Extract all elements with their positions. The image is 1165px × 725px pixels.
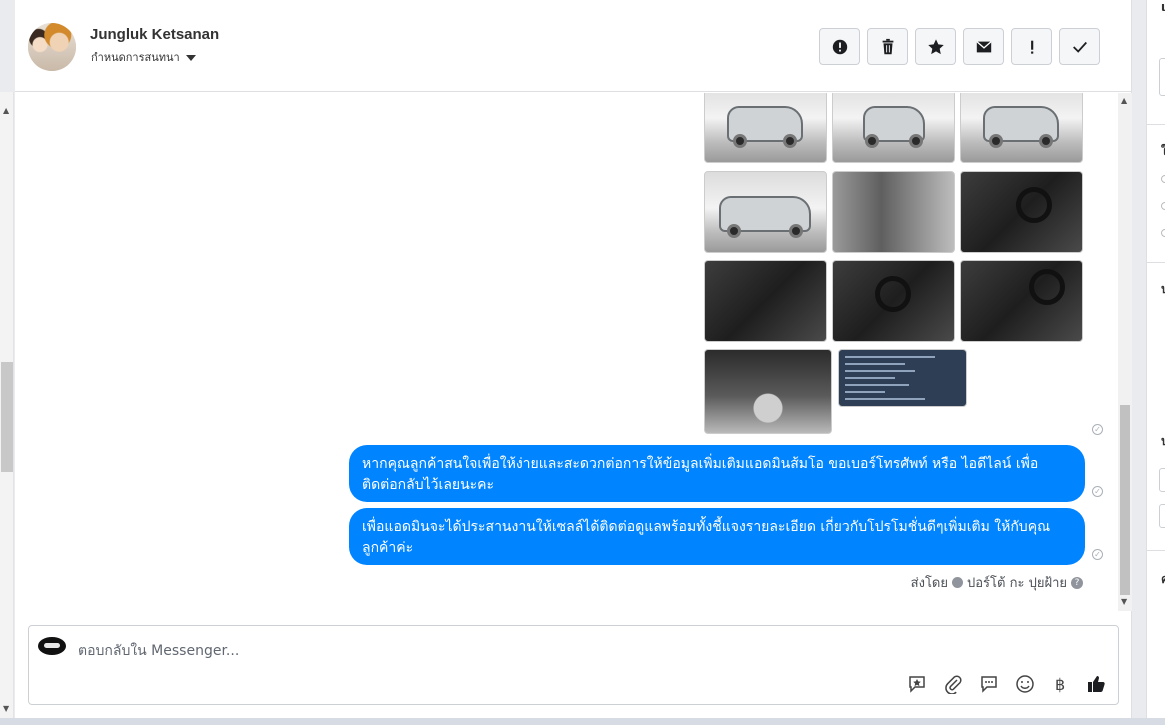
baht-payment-icon: ฿ <box>1055 675 1065 694</box>
saved-reply-icon <box>909 676 925 693</box>
message-bubble[interactable]: เพื่อแอดมินจะได้ประสานงานให้เซลล์ได้ติดต… <box>349 508 1085 565</box>
seen-check-icon: ✓ <box>1092 424 1103 435</box>
panel-divider <box>1147 262 1165 263</box>
document-thumbnail[interactable] <box>838 349 967 407</box>
photo-thumbnail[interactable] <box>832 260 955 342</box>
conversation-header: Jungluk Ketsanan กำหนดการสนทนา <box>15 0 1132 92</box>
sent-by-label: ส่งโดย <box>910 576 948 591</box>
mark-unread-button[interactable] <box>963 28 1004 65</box>
caret-down-icon <box>185 55 196 61</box>
avatar[interactable] <box>28 23 76 71</box>
chat-bubble-icon <box>981 676 997 693</box>
panel-heading-fragment: ใ <box>1161 142 1165 161</box>
page-logo-icon <box>38 637 66 655</box>
panel-divider <box>1147 124 1165 125</box>
bottom-border <box>0 718 1165 725</box>
photo-thumbnail[interactable] <box>960 93 1083 163</box>
scroll-up-arrow-icon[interactable]: ▲ <box>1121 96 1127 105</box>
like-button[interactable] <box>1085 673 1107 695</box>
help-icon[interactable]: ? <box>1071 576 1083 589</box>
envelope-icon <box>975 40 992 52</box>
photo-thumbnail[interactable] <box>704 171 827 253</box>
seen-check-icon: ✓ <box>1092 549 1103 560</box>
checkmark-icon <box>1072 41 1087 53</box>
panel-divider <box>1147 550 1165 551</box>
emoji-button[interactable] <box>1014 673 1036 695</box>
panel-heading-fragment: ι <box>1161 0 1165 14</box>
thumbs-up-icon <box>1088 676 1105 692</box>
scroll-down-arrow-icon[interactable]: ▼ <box>1121 597 1127 606</box>
quick-reply-button[interactable] <box>978 673 1000 695</box>
contact-name[interactable]: Jungluk Ketsanan <box>90 26 219 43</box>
photo-thumbnail[interactable] <box>960 260 1083 342</box>
right-info-panel: ι ใ ป ป ค <box>1146 0 1165 718</box>
scroll-down-arrow-icon[interactable]: ▼ <box>3 704 9 713</box>
panel-field[interactable] <box>1159 58 1165 96</box>
photo-thumbnail[interactable] <box>832 93 955 163</box>
scroll-up-arrow-icon[interactable]: ▲ <box>3 106 9 115</box>
payment-button[interactable]: ฿ <box>1049 673 1071 695</box>
trash-icon <box>882 38 893 54</box>
outer-scrollbar[interactable]: ▲ ▼ <box>0 92 14 719</box>
star-button[interactable] <box>915 28 956 65</box>
photo-thumbnail[interactable] <box>704 93 827 163</box>
star-icon <box>927 38 944 54</box>
seen-check-icon: ✓ <box>1092 486 1103 497</box>
attachment-icon <box>945 675 962 694</box>
scrollbar-thumb[interactable] <box>1 362 13 472</box>
radio-option[interactable] <box>1161 229 1165 237</box>
exclamation-icon <box>1030 40 1033 54</box>
photo-thumbnail[interactable] <box>960 171 1083 253</box>
important-button[interactable] <box>1011 28 1052 65</box>
panel-field[interactable] <box>1159 468 1165 492</box>
emoji-icon <box>1016 675 1034 693</box>
sent-by-info: ส่งโดย ปอร์โต้ กะ ปุยฝ้าย ? <box>911 572 1083 593</box>
sender-name[interactable]: ปอร์โต้ กะ ปุยฝ้าย <box>967 572 1067 593</box>
reply-composer[interactable]: ตอบกลับใน Messenger... ฿ <box>28 625 1119 705</box>
panel-field[interactable] <box>1159 504 1165 528</box>
photo-thumbnail[interactable] <box>832 171 955 253</box>
panel-heading-fragment: ค <box>1161 570 1165 589</box>
panel-heading-fragment: ป <box>1161 280 1165 299</box>
reply-input[interactable]: ตอบกลับใน Messenger... <box>78 640 239 662</box>
delete-button[interactable] <box>867 28 908 65</box>
schedule-conversation-dropdown[interactable]: กำหนดการสนทนา <box>91 48 196 66</box>
photo-thumbnail[interactable] <box>704 349 832 434</box>
message-bubble[interactable]: หากคุณลูกค้าสนใจเพื่อให้ง่ายและสะดวกต่อก… <box>349 445 1085 502</box>
alert-circle-icon <box>832 39 847 54</box>
attach-button[interactable] <box>942 673 964 695</box>
saved-reply-button[interactable] <box>906 673 928 695</box>
conversation-panel: Jungluk Ketsanan กำหนดการสนทนา ✓ หากคุณล… <box>15 0 1132 718</box>
radio-option[interactable] <box>1161 175 1165 183</box>
schedule-label: กำหนดการสนทนา <box>91 51 180 64</box>
photo-thumbnail[interactable] <box>704 260 827 342</box>
scrollbar-thumb[interactable] <box>1120 405 1130 595</box>
done-button[interactable] <box>1059 28 1100 65</box>
svg-text:฿: ฿ <box>1055 675 1065 694</box>
panel-heading-fragment: ป <box>1161 432 1165 451</box>
radio-option[interactable] <box>1161 202 1165 210</box>
thread-scrollbar[interactable]: ▲ ▼ <box>1118 93 1132 611</box>
message-thread[interactable]: ✓ หากคุณลูกค้าสนใจเพื่อให้ง่ายและสะดวกต่… <box>15 93 1118 611</box>
sender-avatar-icon <box>952 577 963 588</box>
report-spam-button[interactable] <box>819 28 860 65</box>
